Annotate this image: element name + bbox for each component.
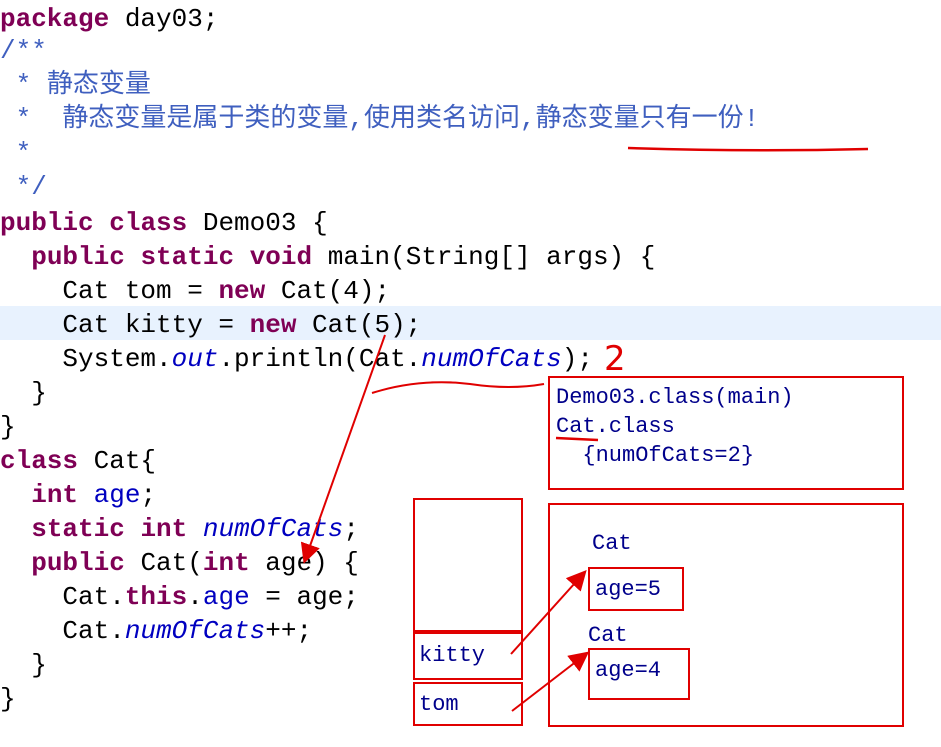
- annotation-overlay: 2: [300, 146, 869, 712]
- kitty-reference-arrow: [510, 570, 587, 655]
- connector-curve: [371, 381, 545, 394]
- constructor-arrow: [300, 334, 386, 564]
- cat-underline-mark: [555, 436, 599, 442]
- handwritten-number: 2: [604, 339, 626, 379]
- tom-reference-arrow: [511, 651, 590, 712]
- underline-mark: [627, 146, 869, 152]
